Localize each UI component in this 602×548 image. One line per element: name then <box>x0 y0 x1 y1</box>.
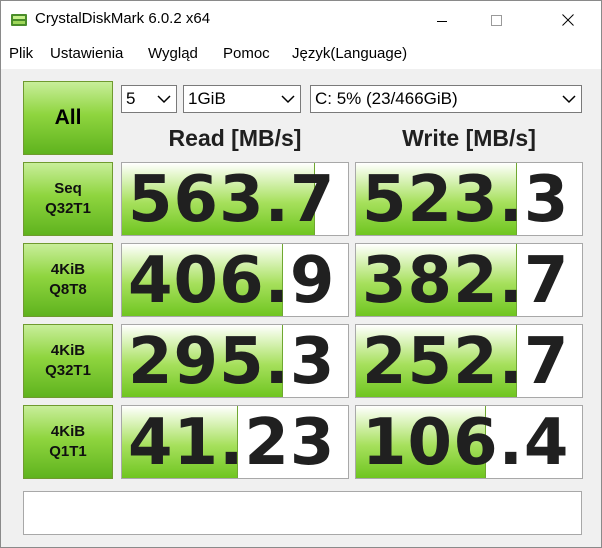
menu-ustawienia[interactable]: Ustawienia <box>50 45 123 62</box>
write-result-cell: 106.4 <box>355 405 583 479</box>
row-label-line2: Q32T1 <box>45 362 91 379</box>
read-value: 563.7 <box>128 163 336 236</box>
chevron-down-icon <box>281 95 295 104</box>
write-result-cell: 382.7 <box>355 243 583 317</box>
drive-value: C: 5% (23/466GiB) <box>315 89 458 108</box>
write-header: Write [MB/s] <box>402 125 536 151</box>
write-result-cell: 523.3 <box>355 162 583 236</box>
read-value: 295.3 <box>128 325 336 398</box>
all-button[interactable]: All <box>23 81 113 155</box>
test-count-select[interactable]: 5 <box>121 85 177 113</box>
test-size-value: 1GiB <box>188 89 226 108</box>
row-label-line1: 4KiB <box>50 423 86 440</box>
app-icon <box>11 14 27 26</box>
write-value: 106.4 <box>362 406 570 479</box>
write-value: 382.7 <box>362 244 570 317</box>
comment-field[interactable] <box>23 491 582 535</box>
read-result-cell: 41.23 <box>121 405 349 479</box>
maximize-button[interactable] <box>473 1 519 39</box>
4kib-q8t8-button[interactable]: 4KiB Q8T8 <box>23 243 113 317</box>
menu-plik[interactable]: Plik <box>9 45 33 62</box>
row-label-line1: 4KiB <box>50 261 86 278</box>
title-bar[interactable]: CrystalDiskMark 6.0.2 x64 <box>1 1 601 39</box>
read-result-cell: 295.3 <box>121 324 349 398</box>
write-value: 523.3 <box>362 163 570 236</box>
row-label-line2: Q32T1 <box>45 200 91 217</box>
read-result-cell: 563.7 <box>121 162 349 236</box>
row-label-line1: 4KiB <box>50 342 86 359</box>
chevron-down-icon <box>157 95 171 104</box>
drive-select[interactable]: C: 5% (23/466GiB) <box>310 85 582 113</box>
test-size-select[interactable]: 1GiB <box>183 85 301 113</box>
menu-pomoc[interactable]: Pomoc <box>223 45 270 62</box>
window-title: CrystalDiskMark 6.0.2 x64 <box>35 10 211 27</box>
maximize-icon <box>490 14 502 26</box>
close-button[interactable] <box>545 1 591 39</box>
minimize-icon <box>437 20 447 22</box>
test-count-value: 5 <box>126 89 136 108</box>
write-value: 252.7 <box>362 325 570 398</box>
minimize-button[interactable] <box>419 1 465 39</box>
menu-language[interactable]: Język(Language) <box>292 45 407 62</box>
4kib-q1t1-button[interactable]: 4KiB Q1T1 <box>23 405 113 479</box>
app-window: CrystalDiskMark 6.0.2 x64 Plik Ustawieni… <box>0 0 602 548</box>
menu-bar: Plik Ustawienia Wygląd Pomoc Język(Langu… <box>1 39 601 69</box>
row-label-line2: Q8T8 <box>49 281 87 298</box>
read-header: Read [MB/s] <box>168 125 302 151</box>
row-label-line1: Seq <box>54 180 82 197</box>
4kib-q32t1-button[interactable]: 4KiB Q32T1 <box>23 324 113 398</box>
read-value: 406.9 <box>128 244 336 317</box>
menu-wyglad[interactable]: Wygląd <box>148 45 198 62</box>
write-result-cell: 252.7 <box>355 324 583 398</box>
read-result-cell: 406.9 <box>121 243 349 317</box>
read-value: 41.23 <box>128 406 336 479</box>
seq-q32t1-button[interactable]: Seq Q32T1 <box>23 162 113 236</box>
row-label-line2: Q1T1 <box>49 443 87 460</box>
close-icon <box>562 14 574 26</box>
chevron-down-icon <box>562 95 576 104</box>
